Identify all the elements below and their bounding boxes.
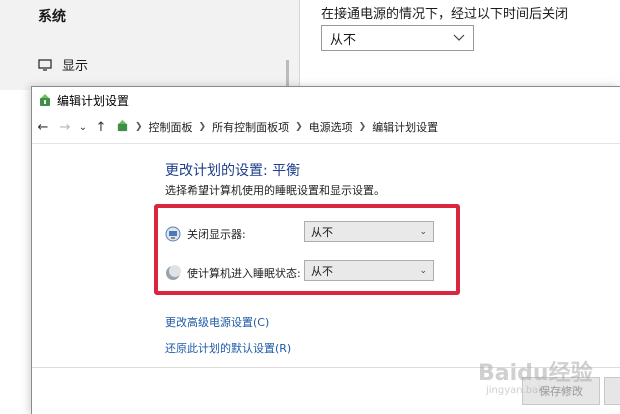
chevron-right-icon: ❯ [135, 122, 143, 132]
window-title: 编辑计划设置 [57, 93, 130, 108]
sidebar-title: 系统 [38, 9, 66, 25]
chevron-down-icon [453, 31, 465, 46]
save-button[interactable]: 保存修改 [522, 377, 600, 405]
display-icon [38, 58, 52, 71]
back-arrow-icon[interactable]: ← [32, 120, 54, 135]
setting-label: 关闭显示器: [187, 228, 246, 241]
screen-timeout-label: 在接通电源的情况下，经过以下时间后关闭 [321, 7, 569, 22]
control-panel-icon [116, 119, 129, 135]
edit-plan-window: 编辑计划设置 ← → ⌄ ↑ ❯ 控制面板 ❯ 所有控制面板项 ❯ 电源选项 ❯… [31, 86, 620, 414]
chevron-right-icon: ❯ [358, 122, 367, 132]
screen-timeout-select[interactable]: 从不 [321, 25, 474, 51]
recent-dropdown-icon[interactable]: ⌄ [76, 122, 90, 133]
chevron-down-icon: ⌄ [419, 226, 427, 237]
footer-divider [32, 367, 620, 368]
title-bar: 编辑计划设置 [32, 87, 620, 113]
sidebar-scrollbar[interactable] [286, 60, 289, 88]
page-description: 选择希望计算机使用的睡眠设置和显示设置。 [165, 184, 385, 197]
breadcrumb: ❯ 控制面板 ❯ 所有控制面板项 ❯ 电源选项 ❯ 编辑计划设置 [116, 119, 438, 135]
display-off-select[interactable]: 从不 ⌄ [304, 221, 434, 242]
select-value: 从不 [311, 264, 333, 278]
setting-label: 使计算机进入睡眠状态: [187, 267, 301, 280]
breadcrumb-all-items[interactable]: 所有控制面板项 [212, 119, 289, 135]
settings-sidebar: 系统 显示 [0, 0, 300, 90]
setting-row-sleep: 使计算机进入睡眠状态: [165, 264, 305, 282]
up-arrow-icon[interactable]: ↑ [90, 120, 112, 135]
advanced-power-settings-link[interactable]: 更改高级电源设置(C) [165, 314, 269, 330]
breadcrumb-edit-plan[interactable]: 编辑计划设置 [372, 119, 438, 135]
page-title: 更改计划的设置: 平衡 [165, 163, 301, 179]
sleep-select[interactable]: 从不 ⌄ [304, 260, 434, 281]
sleep-moon-icon [165, 264, 183, 282]
forward-arrow-icon[interactable]: → [54, 120, 76, 135]
breadcrumb-power-options[interactable]: 电源选项 [309, 119, 353, 135]
chevron-right-icon: ❯ [295, 122, 303, 132]
restore-defaults-link[interactable]: 还原此计划的默认设置(R) [165, 340, 291, 356]
select-value: 从不 [330, 32, 357, 48]
breadcrumb-control-panel[interactable]: 控制面板 [149, 119, 193, 135]
sidebar-item-label: 显示 [62, 59, 89, 74]
power-options-icon [38, 93, 52, 107]
navigation-bar: ← → ⌄ ↑ ❯ 控制面板 ❯ 所有控制面板项 ❯ 电源选项 ❯ 编辑计划设置 [32, 115, 620, 139]
monitor-power-icon [165, 225, 183, 243]
cancel-button[interactable] [604, 377, 620, 405]
setting-row-display: 关闭显示器: [165, 225, 305, 243]
chevron-down-icon: ⌄ [419, 265, 427, 276]
chevron-right-icon: ❯ [198, 122, 207, 132]
sidebar-item-display[interactable]: 显示 [38, 55, 88, 74]
select-value: 从不 [311, 225, 333, 239]
nav-divider [32, 143, 620, 144]
